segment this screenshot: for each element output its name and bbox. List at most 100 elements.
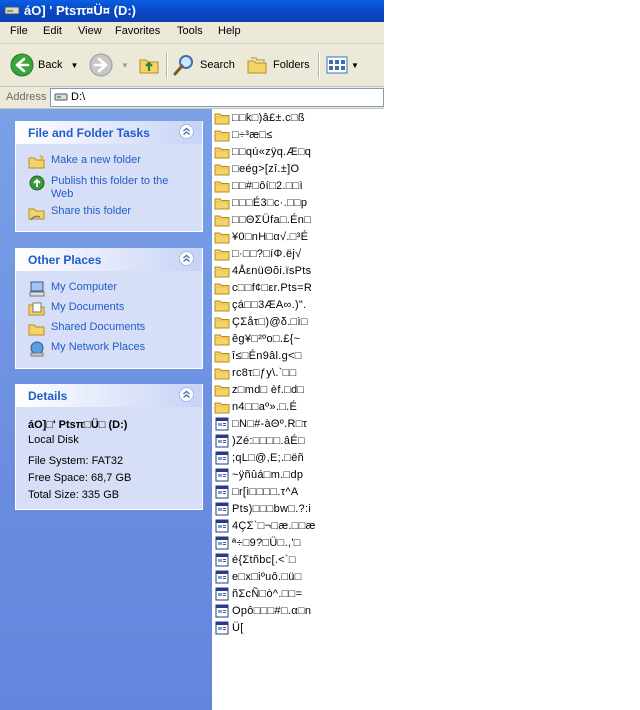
views-button[interactable]: ▼ [325,51,359,79]
task-label: Make a new folder [51,154,141,166]
collapse-icon[interactable] [179,387,194,402]
details-free-space: Free Space: 68,7 GB [28,472,132,484]
search-button[interactable]: Search [172,51,235,79]
folder-item[interactable]: z□md□ èf.□d□ [212,381,304,398]
menu-bar: File Edit View Favorites Tools Help [0,22,384,44]
folder-item[interactable]: □·□□?□íΦ.ëj√ [212,245,301,262]
folder-item[interactable]: □□#□ôí□2.□□ì [212,177,303,194]
folder-up-icon [139,59,159,74]
my-computer-link[interactable]: My Computer [28,281,117,297]
back-dropdown-icon[interactable]: ▼ [70,61,78,70]
file-item[interactable]: ª÷□9?□Ü□.,'□ [212,534,301,551]
collapse-icon[interactable] [179,124,194,139]
share-folder-link[interactable]: Share this folder [28,205,131,221]
publish-folder-link[interactable]: Publish this folder to the Web [28,175,193,201]
file-item[interactable]: )Zé:□□□□.âÉ□ [212,432,305,449]
item-name: ;qL□@,E;.□ëñ [232,451,305,464]
file-item[interactable]: □N□#-àΘº.R□τ [212,415,307,432]
folder-item[interactable]: □□qú«zÿq.Æ□q [212,143,311,160]
file-item[interactable]: ñΣcÑ□ò^.□□= [212,585,302,602]
place-label: Shared Documents [51,321,146,333]
file-item[interactable]: □r[ì□□□□.τ^A [212,483,299,500]
folder-item[interactable]: c□□f¢□εr.Pts=R [212,279,312,296]
menu-favorites[interactable]: Favorites [115,25,160,37]
folder-item[interactable]: □□ΘΣÜfa□.Én□ [212,211,311,228]
up-button[interactable] [137,51,161,79]
menu-file[interactable]: File [10,25,28,37]
panel-header[interactable]: Other Places [16,248,202,271]
menu-view[interactable]: View [78,25,102,37]
menu-tools[interactable]: Tools [177,25,203,37]
address-bar: Address D:\ [0,87,384,109]
file-icon [215,553,229,566]
file-item[interactable]: 4ÇΣ`□¬□æ.□□æ [212,517,316,534]
item-name: ñΣcÑ□ò^.□□= [232,587,303,600]
folder-item[interactable]: □□□É3□c·.□□p [212,194,307,211]
panel-header[interactable]: Details [16,384,202,407]
file-icon [215,519,229,532]
file-item[interactable]: e□x□iºuô.□ü□ [212,568,302,585]
details-file-system: File System: FAT32 [28,455,124,467]
back-button[interactable]: Back ▼ [10,51,78,79]
folder-item[interactable]: çá□□3ÆA∞.)". [212,296,306,313]
file-icon [215,502,229,515]
item-name: n4□□aº».□.É [232,400,298,413]
folders-button[interactable]: Folders [245,51,310,79]
item-name: 4ÅεnüΘõi.ïsPts [232,264,312,277]
file-folder-tasks-panel: File and Folder Tasks Make a new folder … [15,121,203,232]
folder-item[interactable]: rc8τ□ƒy\.`□□ [212,364,297,381]
address-value: D:\ [71,91,86,103]
folder-icon [214,402,230,413]
file-item[interactable]: Ü[ [212,619,244,636]
folder-item[interactable]: □÷³æ□≤ [212,126,273,143]
file-icon [215,604,229,617]
details-panel: Details áO]□' Ptsπ□Ü□ (D:) Local Disk Fi… [15,384,203,510]
panel-title: Other Places [28,253,102,267]
item-name: Ü[ [232,621,244,634]
views-dropdown-icon[interactable]: ▼ [351,61,359,70]
forward-dropdown-icon[interactable]: ▼ [121,61,129,70]
folder-item[interactable]: êg¥□²ºo□.£{~ [212,330,300,347]
menu-edit[interactable]: Edit [43,25,62,37]
details-drive-name: áO]□' Ptsπ□Ü□ (D:) [28,419,128,431]
file-item[interactable]: Pts)□□□bw□.?:i [212,500,311,517]
folder-item[interactable]: ¥0□nH□α√.□³É [212,228,308,245]
address-input[interactable]: D:\ [50,88,384,107]
menu-help[interactable]: Help [218,25,241,37]
task-label: Publish this folder to the Web [51,175,169,200]
folder-icon [214,181,230,192]
item-name: □·□□?□íΦ.ëj√ [232,247,302,260]
folder-icon [214,351,230,362]
item-name: e□x□iºuô.□ü□ [232,570,302,583]
folder-item[interactable]: 4ÅεnüΘõi.ïsPts [212,262,311,279]
folder-item[interactable]: ÇΣåτ□)@δ.□ì□ [212,313,308,330]
title-bar[interactable]: áO] ' Ptsπ¤Ü¤ (D:) [0,0,384,22]
address-label: Address [6,91,47,103]
item-name: □÷³æ□≤ [232,128,273,141]
make-new-folder-link[interactable]: Make a new folder [28,154,141,170]
file-item[interactable]: ;qL□@,E;.□ëñ [212,449,304,466]
forward-arrow-icon [89,53,113,77]
folder-item[interactable]: □eég>[zî.±]O [212,160,299,177]
file-item[interactable]: é{Σtñbc[.<`□ [212,551,296,568]
folder-icon [214,368,230,379]
toolbar-separator [166,52,168,78]
item-name: □□#□ôí□2.□□ì [232,179,303,192]
folder-icon [214,249,230,260]
folder-item[interactable]: î≤□Én9âl.g<□ [212,347,302,364]
panel-header[interactable]: File and Folder Tasks [16,121,202,144]
place-label: My Network Places [51,341,146,353]
my-documents-link[interactable]: My Documents [28,301,124,317]
publish-web-icon [29,175,45,191]
shared-documents-link[interactable]: Shared Documents [28,321,145,337]
my-documents-icon [28,302,45,316]
collapse-icon[interactable] [179,251,194,266]
folder-item[interactable]: n4□□aº».□.É [212,398,297,415]
new-folder-icon [28,154,45,169]
forward-button[interactable]: ▼ [89,51,129,79]
folder-item[interactable]: □□k□)â£±.c□ß [212,109,305,126]
file-icon [215,587,229,600]
file-item[interactable]: Opô□□□#□.α□n [212,602,311,619]
my-network-places-link[interactable]: My Network Places [28,341,145,357]
file-item[interactable]: ~ÿñûá□m.□dp [212,466,303,483]
